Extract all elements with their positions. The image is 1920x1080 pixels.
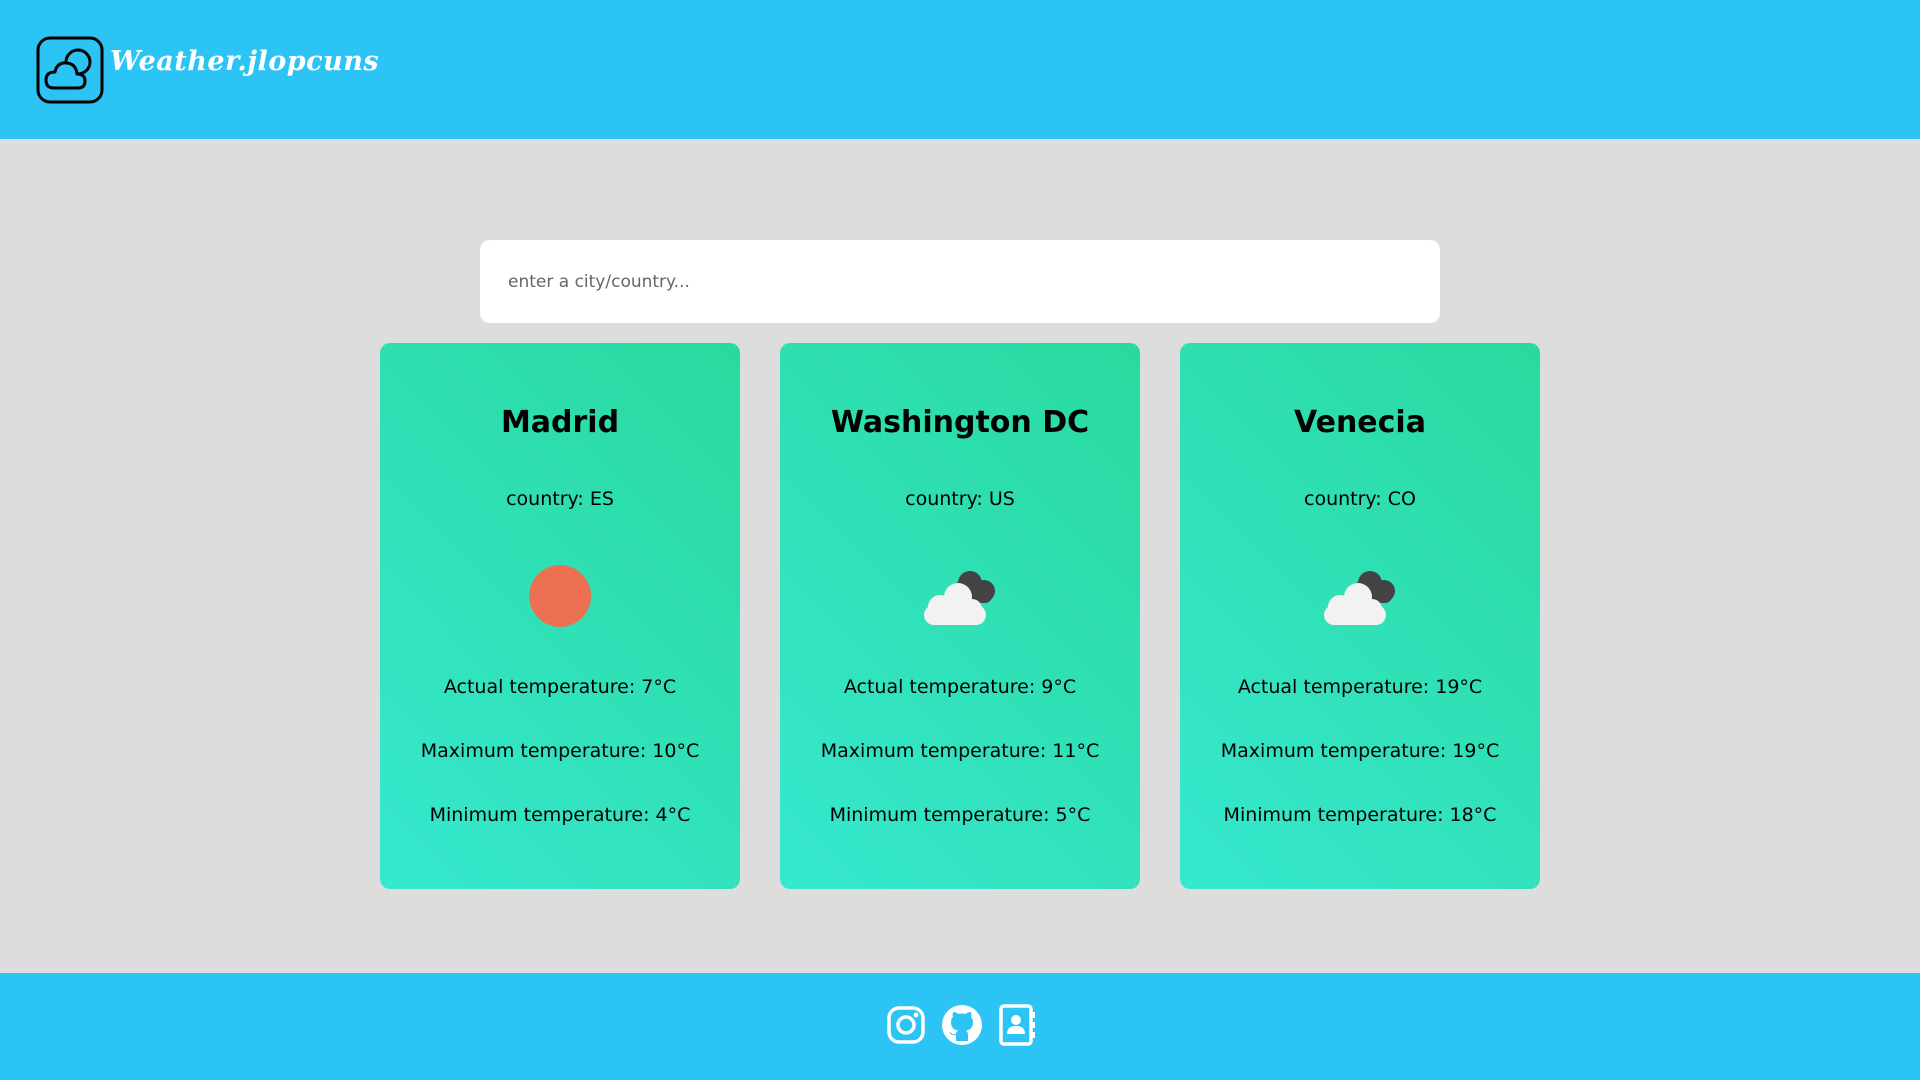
weather-card: Venecia country: CO Actual temperature: …: [1180, 343, 1540, 889]
actual-temperature: Actual temperature: 9°C: [843, 676, 1077, 698]
country-label: country: CO: [1304, 488, 1416, 510]
country-label: country: ES: [506, 488, 614, 510]
app-header: Weather.jlopcuns: [0, 0, 1920, 139]
sun-icon: [380, 561, 740, 631]
search-input[interactable]: [508, 240, 1408, 323]
contact-book-icon[interactable]: [996, 1003, 1040, 1047]
minimum-temperature: Minimum temperature: 18°C: [1223, 804, 1497, 826]
city-name: Madrid: [500, 405, 620, 440]
app-footer: [0, 973, 1920, 1080]
city-name: Venecia: [1294, 405, 1426, 440]
cloudy-icon: [1180, 561, 1540, 631]
weather-card: Washington DC country: US Actual tempera…: [780, 343, 1140, 889]
github-icon[interactable]: [940, 1003, 984, 1047]
city-name: Washington DC: [830, 405, 1090, 440]
country-label: country: US: [905, 488, 1015, 510]
minimum-temperature: Minimum temperature: 5°C: [829, 804, 1091, 826]
weather-cards: Madrid country: ES Actual temperature: 7…: [380, 343, 1540, 889]
cloud-sun-icon[interactable]: [36, 36, 104, 104]
app-title[interactable]: Weather.jlopcuns: [110, 46, 379, 77]
minimum-temperature: Minimum temperature: 4°C: [429, 804, 691, 826]
maximum-temperature: Maximum temperature: 11°C: [820, 740, 1100, 762]
instagram-icon[interactable]: [884, 1003, 928, 1047]
actual-temperature: Actual temperature: 7°C: [443, 676, 677, 698]
actual-temperature: Actual temperature: 19°C: [1237, 676, 1483, 698]
weather-card: Madrid country: ES Actual temperature: 7…: [380, 343, 740, 889]
search-box[interactable]: [480, 240, 1440, 323]
social-links: [884, 1003, 1036, 1049]
cloudy-icon: [780, 561, 1140, 631]
maximum-temperature: Maximum temperature: 10°C: [420, 740, 700, 762]
maximum-temperature: Maximum temperature: 19°C: [1220, 740, 1500, 762]
